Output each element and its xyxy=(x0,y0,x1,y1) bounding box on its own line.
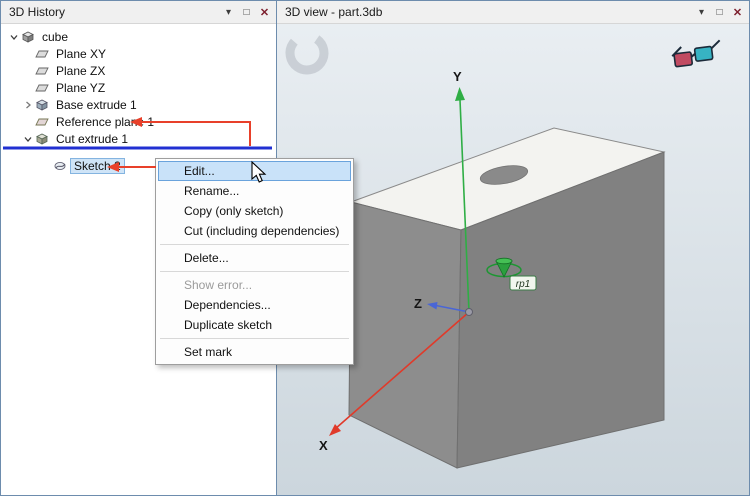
tree-item-label: Reference plane 1 xyxy=(56,114,155,129)
panel-float-button[interactable]: □ xyxy=(238,4,255,21)
tree-item-label: Plane YZ xyxy=(56,80,106,95)
cad-application-window: 3D History ▾ □ ✕ cube Plane XY Plane ZX … xyxy=(0,0,750,496)
menu-item-rename[interactable]: Rename... xyxy=(158,181,351,201)
3d-view-title: 3D view - part.3db xyxy=(285,5,383,19)
axes-origin-dot xyxy=(465,308,473,316)
panel-close-button[interactable]: ✕ xyxy=(729,4,746,21)
panel-menu-button[interactable]: ▾ xyxy=(220,4,237,21)
history-panel-titlebar: 3D History ▾ □ ✕ xyxy=(1,1,276,24)
menu-item-cut[interactable]: Cut (including dependencies) xyxy=(158,221,351,241)
cube-icon xyxy=(21,30,39,43)
extrude-icon xyxy=(35,98,53,111)
tree-item-label: Sketch 2 xyxy=(70,157,125,174)
z-axis-label: Z xyxy=(414,296,422,311)
sketch-icon xyxy=(53,160,71,172)
plane-icon xyxy=(35,48,53,60)
marker-label: rp1 xyxy=(516,279,530,290)
history-panel-title: 3D History xyxy=(9,5,66,19)
reference-plane-icon xyxy=(35,116,53,128)
menu-item-delete[interactable]: Delete... xyxy=(158,248,351,268)
tree-item-label: cube xyxy=(42,29,69,44)
plane-icon xyxy=(35,65,53,77)
tree-item-label: Plane XY xyxy=(56,46,107,61)
tree-item-reference-plane[interactable]: Reference plane 1 xyxy=(1,113,276,130)
menu-separator xyxy=(160,338,349,339)
chevron-collapsed-icon[interactable] xyxy=(21,99,35,111)
tree-item-label: Base extrude 1 xyxy=(56,97,137,112)
tree-item-label: Cut extrude 1 xyxy=(56,131,129,146)
x-axis-label: X xyxy=(319,438,328,453)
tree-item-cut-extrude[interactable]: Cut extrude 1 xyxy=(1,130,276,147)
plane-icon xyxy=(35,82,53,94)
tree-item-label: Plane ZX xyxy=(56,63,106,78)
panel-menu-button[interactable]: ▾ xyxy=(693,4,710,21)
menu-item-duplicate-sketch[interactable]: Duplicate sketch xyxy=(158,315,351,335)
menu-separator xyxy=(160,271,349,272)
chevron-expanded-icon[interactable] xyxy=(21,133,35,145)
tree-item-plane-zx[interactable]: Plane ZX xyxy=(1,62,276,79)
panel-close-button[interactable]: ✕ xyxy=(256,4,273,21)
menu-item-dependencies[interactable]: Dependencies... xyxy=(158,295,351,315)
menu-item-edit[interactable]: Edit... xyxy=(158,161,351,181)
tree-item-base-extrude[interactable]: Base extrude 1 xyxy=(1,96,276,113)
chevron-expanded-icon[interactable] xyxy=(7,31,21,43)
panel-float-button[interactable]: □ xyxy=(711,4,728,21)
menu-item-set-mark[interactable]: Set mark xyxy=(158,342,351,362)
menu-item-copy[interactable]: Copy (only sketch) xyxy=(158,201,351,221)
sketch-context-menu: Edit... Rename... Copy (only sketch) Cut… xyxy=(155,158,354,365)
tree-item-cube[interactable]: cube xyxy=(1,28,276,45)
3d-view-titlebar: 3D view - part.3db ▾ □ ✕ xyxy=(277,1,749,24)
menu-separator xyxy=(160,244,349,245)
cut-extrude-icon xyxy=(35,132,53,145)
tree-item-plane-xy[interactable]: Plane XY xyxy=(1,45,276,62)
y-axis-label: Y xyxy=(453,69,462,84)
tree-item-plane-yz[interactable]: Plane YZ xyxy=(1,79,276,96)
menu-item-show-error: Show error... xyxy=(184,278,253,292)
